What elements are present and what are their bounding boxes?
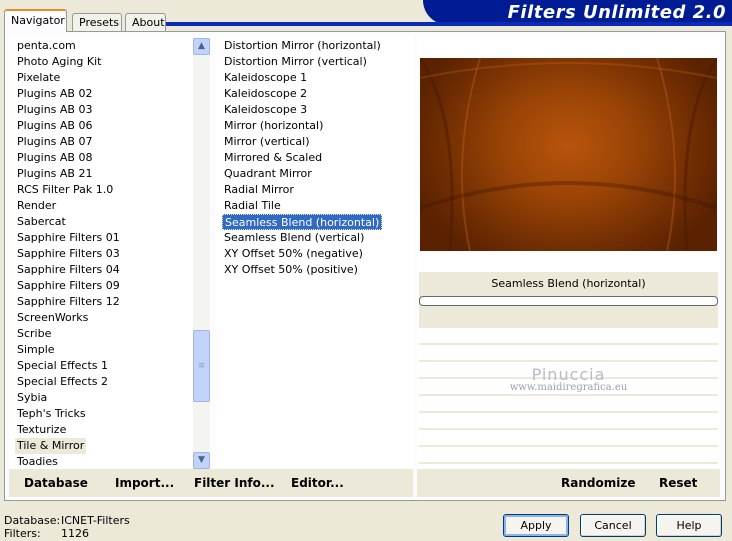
category-item[interactable]: Special Effects 2	[15, 374, 122, 390]
category-item[interactable]: Plugins AB 21	[15, 166, 122, 182]
category-item[interactable]: Texturize	[15, 422, 122, 438]
scroll-down-icon[interactable]: ▼	[193, 452, 210, 469]
filter-item[interactable]: Seamless Blend (vertical)	[222, 230, 383, 246]
category-item[interactable]: Toadies	[15, 454, 122, 470]
filter-item[interactable]: Radial Tile	[222, 198, 383, 214]
category-item[interactable]: Sapphire Filters 12	[15, 294, 122, 310]
filter-item[interactable]: Distortion Mirror (vertical)	[222, 54, 383, 70]
category-item[interactable]: Sybia	[15, 390, 122, 406]
window-title: Filters Unlimited 2.0	[507, 2, 726, 23]
category-item[interactable]: Render	[15, 198, 122, 214]
filter-item[interactable]: Kaleidoscope 3	[222, 102, 383, 118]
filter-item[interactable]: Quadrant Mirror	[222, 166, 383, 182]
scroll-thumb[interactable]: ≡	[193, 330, 210, 402]
selected-filter-name: Seamless Blend (horizontal)	[419, 272, 718, 296]
filter-list[interactable]: Distortion Mirror (horizontal) Distortion…	[222, 38, 383, 278]
reset-link[interactable]: Reset	[659, 469, 697, 497]
category-item[interactable]: Sapphire Filters 03	[15, 246, 122, 262]
preview-image	[420, 58, 717, 251]
category-item[interactable]: Teph's Tricks	[15, 406, 122, 422]
status-database: Database: ICNET-Filters	[4, 514, 130, 527]
category-item[interactable]: Pixelate	[15, 70, 122, 86]
control-area	[419, 306, 718, 328]
filter-item[interactable]: Seamless Blend (horizontal)	[222, 214, 383, 230]
category-item[interactable]: Plugins AB 07	[15, 134, 122, 150]
editor-link[interactable]: Editor...	[291, 469, 344, 497]
randomize-link[interactable]: Randomize	[561, 469, 635, 497]
apply-button[interactable]: Apply	[503, 514, 569, 537]
category-item[interactable]: Sapphire Filters 09	[15, 278, 122, 294]
category-item[interactable]: Plugins AB 08	[15, 150, 122, 166]
filters-count: 1126	[61, 527, 89, 540]
filter-info-link[interactable]: Filter Info...	[194, 469, 275, 497]
watermark: Pinuccia www.maidiregrafica.eu	[419, 365, 718, 393]
filter-item[interactable]: Mirrored & Scaled	[222, 150, 383, 166]
filter-item[interactable]: Distortion Mirror (horizontal)	[222, 38, 383, 54]
progress-bar	[419, 296, 718, 306]
filter-item[interactable]: Kaleidoscope 2	[222, 86, 383, 102]
filter-list-pane: Distortion Mirror (horizontal) Distortion…	[216, 36, 413, 469]
category-item[interactable]: Sapphire Filters 01	[15, 230, 122, 246]
database-link[interactable]: Database	[24, 469, 88, 497]
category-item[interactable]: Special Effects 1	[15, 358, 122, 374]
category-item[interactable]: Sabercat	[15, 214, 122, 230]
banner-underline	[160, 22, 732, 26]
tab-about[interactable]: About	[125, 13, 166, 31]
filters-label: Filters:	[4, 527, 41, 540]
filter-item[interactable]: Radial Mirror	[222, 182, 383, 198]
category-item[interactable]: Sapphire Filters 04	[15, 262, 122, 278]
parameter-area	[419, 328, 718, 464]
database-label: Database:	[4, 514, 61, 527]
navigator-panel: penta.com Photo Aging Kit Pixelate Plugins …	[4, 31, 726, 501]
filter-item[interactable]: Kaleidoscope 1	[222, 70, 383, 86]
category-item[interactable]: RCS Filter Pak 1.0	[15, 182, 122, 198]
import-link[interactable]: Import...	[115, 469, 174, 497]
category-list[interactable]: penta.com Photo Aging Kit Pixelate Plugins …	[15, 38, 122, 470]
category-item[interactable]: Scribe	[15, 326, 122, 342]
category-item[interactable]: Photo Aging Kit	[15, 54, 122, 70]
category-item[interactable]: Tile & Mirror	[15, 438, 87, 454]
tab-presets[interactable]: Presets	[72, 13, 122, 31]
category-item[interactable]: Simple	[15, 342, 122, 358]
left-link-bar: Database Import... Filter Info... Editor…	[9, 469, 413, 497]
category-item[interactable]: Plugins AB 02	[15, 86, 122, 102]
right-link-bar: Randomize Reset	[417, 469, 720, 497]
database-value: ICNET-Filters	[61, 514, 130, 527]
category-item[interactable]: penta.com	[15, 38, 122, 54]
filter-item[interactable]: XY Offset 50% (positive)	[222, 262, 383, 278]
filter-item[interactable]: XY Offset 50% (negative)	[222, 246, 383, 262]
filter-item[interactable]: Mirror (vertical)	[222, 134, 383, 150]
category-scrollbar[interactable]: ▲ ≡ ▼	[193, 38, 210, 469]
watermark-url: www.maidiregrafica.eu	[509, 382, 628, 393]
tab-navigator[interactable]: Navigator	[4, 9, 67, 32]
category-list-pane: penta.com Photo Aging Kit Pixelate Plugins …	[9, 36, 210, 469]
category-item[interactable]: Plugins AB 06	[15, 118, 122, 134]
help-button[interactable]: Help	[656, 514, 722, 537]
status-filters: Filters: 1126	[4, 527, 89, 540]
category-item[interactable]: ScreenWorks	[15, 310, 122, 326]
cancel-button[interactable]: Cancel	[580, 514, 646, 537]
filter-item[interactable]: Mirror (horizontal)	[222, 118, 383, 134]
category-item[interactable]: Plugins AB 03	[15, 102, 122, 118]
scroll-up-icon[interactable]: ▲	[193, 38, 210, 55]
